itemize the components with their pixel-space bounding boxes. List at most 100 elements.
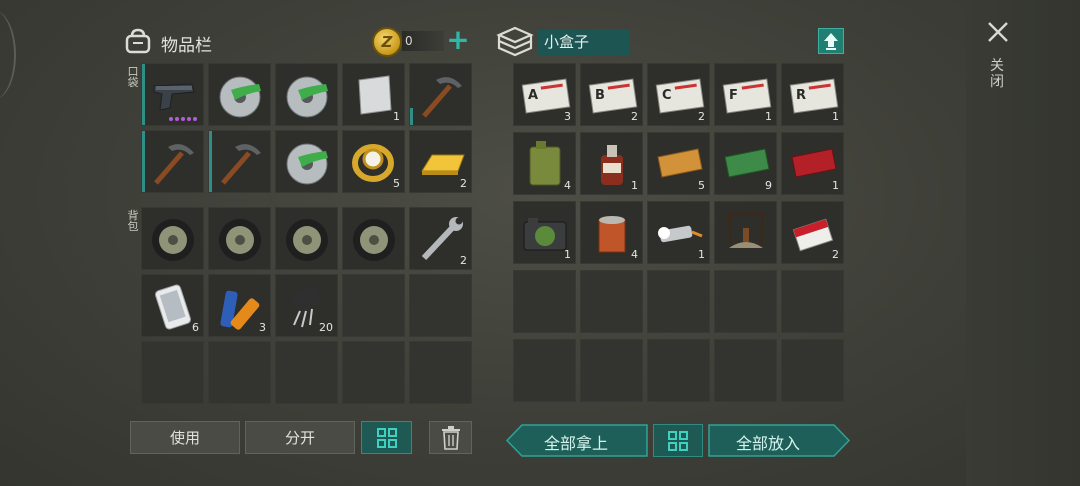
close-label[interactable]: 关闭 bbox=[990, 58, 1006, 90]
item-count: 1 bbox=[832, 179, 839, 192]
durability-bar bbox=[209, 131, 212, 192]
inventory-slot[interactable] bbox=[141, 130, 204, 193]
inventory-slot[interactable] bbox=[141, 63, 204, 126]
wheel-icon bbox=[219, 219, 261, 261]
sort-box-button[interactable] bbox=[653, 424, 703, 457]
empty-slot[interactable] bbox=[342, 341, 405, 404]
empty-slot[interactable] bbox=[342, 274, 405, 337]
empty-slot[interactable] bbox=[781, 339, 844, 402]
inventory-slot[interactable]: 1 bbox=[513, 201, 576, 264]
add-coins-button[interactable]: + bbox=[446, 26, 470, 56]
inventory-slot[interactable]: 9 bbox=[714, 132, 777, 195]
inventory-slot[interactable]: R1 bbox=[781, 63, 844, 126]
box-title: 小盒子 bbox=[538, 30, 630, 55]
card-letter: R bbox=[796, 88, 807, 103]
inventory-slot[interactable]: F1 bbox=[714, 63, 777, 126]
inventory-slot[interactable]: A3 bbox=[513, 63, 576, 126]
empty-slot[interactable] bbox=[714, 270, 777, 333]
inventory-slot[interactable]: 5 bbox=[647, 132, 710, 195]
inventory-slot[interactable]: 5 bbox=[342, 130, 405, 193]
empty-slot[interactable] bbox=[647, 339, 710, 402]
backpack-label: 背包 bbox=[127, 209, 139, 233]
inventory-slot[interactable] bbox=[342, 207, 405, 270]
item-count: 2 bbox=[460, 177, 467, 190]
coin-symbol: Z bbox=[381, 33, 393, 51]
empty-slot[interactable] bbox=[580, 339, 643, 402]
empty-slot[interactable] bbox=[580, 270, 643, 333]
inventory-slot[interactable]: 1 bbox=[781, 132, 844, 195]
inventory-slot[interactable]: 2 bbox=[409, 207, 472, 270]
item-count: 1 bbox=[765, 110, 772, 123]
inventory-header: 物品栏 Z 0 + bbox=[124, 26, 472, 58]
inventory-slot[interactable]: 4 bbox=[513, 132, 576, 195]
inventory-slot[interactable] bbox=[208, 130, 271, 193]
inventory-slot[interactable] bbox=[208, 63, 271, 126]
durability-bar bbox=[142, 131, 145, 192]
item-count: 4 bbox=[631, 248, 638, 261]
inventory-title: 物品栏 bbox=[161, 36, 212, 56]
inventory-slot[interactable]: 3 bbox=[208, 274, 271, 337]
inventory-slot[interactable] bbox=[714, 201, 777, 264]
inventory-slot[interactable]: C2 bbox=[647, 63, 710, 126]
empty-slot[interactable] bbox=[781, 270, 844, 333]
item-count: 1 bbox=[698, 248, 705, 261]
item-count: 2 bbox=[631, 110, 638, 123]
item-count: 6 bbox=[192, 321, 199, 334]
durability-bar bbox=[410, 108, 413, 125]
sawblade-icon bbox=[286, 76, 328, 118]
item-count: 5 bbox=[393, 177, 400, 190]
empty-slot[interactable] bbox=[141, 341, 204, 404]
pickaxe-icon bbox=[221, 144, 261, 185]
item-count: 4 bbox=[564, 179, 571, 192]
put-all-label: 全部放入 bbox=[736, 434, 801, 453]
coin-count: 0 bbox=[402, 31, 444, 51]
inventory-slot[interactable]: 1 bbox=[580, 132, 643, 195]
upload-button[interactable] bbox=[818, 28, 844, 54]
close-icon[interactable] bbox=[985, 19, 1011, 45]
inventory-slot[interactable] bbox=[275, 130, 338, 193]
split-button[interactable]: 分开 bbox=[245, 421, 355, 454]
inventory-slot[interactable]: 20 bbox=[275, 274, 338, 337]
wheel-icon bbox=[152, 219, 194, 261]
inventory-slot[interactable] bbox=[275, 207, 338, 270]
empty-slot[interactable] bbox=[208, 341, 271, 404]
use-button[interactable]: 使用 bbox=[130, 421, 240, 454]
inventory-slot[interactable]: B2 bbox=[580, 63, 643, 126]
inventory-slot[interactable] bbox=[409, 63, 472, 126]
inventory-slot[interactable] bbox=[208, 207, 271, 270]
sort-inventory-button[interactable] bbox=[361, 421, 412, 454]
item-count: 1 bbox=[564, 248, 571, 261]
pickaxe-icon bbox=[154, 144, 194, 185]
inventory-slot[interactable]: 2 bbox=[409, 130, 472, 193]
inventory-slot[interactable] bbox=[275, 63, 338, 126]
item-count: 1 bbox=[832, 110, 839, 123]
empty-slot[interactable] bbox=[409, 274, 472, 337]
put-all-button[interactable]: 全部放入 bbox=[708, 424, 850, 457]
empty-slot[interactable] bbox=[513, 339, 576, 402]
item-count: 2 bbox=[460, 254, 467, 267]
pocket-grid: 1 5 2 bbox=[141, 63, 472, 193]
inventory-slot[interactable] bbox=[141, 207, 204, 270]
item-count: 20 bbox=[319, 321, 333, 334]
trash-button[interactable] bbox=[429, 421, 472, 454]
empty-slot[interactable] bbox=[409, 341, 472, 404]
empty-slot[interactable] bbox=[714, 339, 777, 402]
card-letter: B bbox=[595, 88, 605, 103]
item-count: 2 bbox=[698, 110, 705, 123]
wheel-icon bbox=[286, 219, 328, 261]
empty-slot[interactable] bbox=[275, 341, 338, 404]
item-count: 3 bbox=[564, 110, 571, 123]
empty-slot[interactable] bbox=[513, 270, 576, 333]
inventory-slot[interactable]: 6 bbox=[141, 274, 204, 337]
screen-edge-arc bbox=[0, 10, 16, 100]
inventory-slot[interactable]: 1 bbox=[342, 63, 405, 126]
inventory-slot[interactable]: 4 bbox=[580, 201, 643, 264]
card-letter: C bbox=[662, 88, 672, 103]
sawblade-icon bbox=[219, 76, 261, 118]
empty-slot[interactable] bbox=[647, 270, 710, 333]
inventory-slot[interactable]: 2 bbox=[781, 201, 844, 264]
take-all-button[interactable]: 全部拿上 bbox=[506, 424, 648, 457]
card-letter: A bbox=[528, 88, 539, 103]
durability-bar bbox=[142, 64, 145, 125]
inventory-slot[interactable]: 1 bbox=[647, 201, 710, 264]
